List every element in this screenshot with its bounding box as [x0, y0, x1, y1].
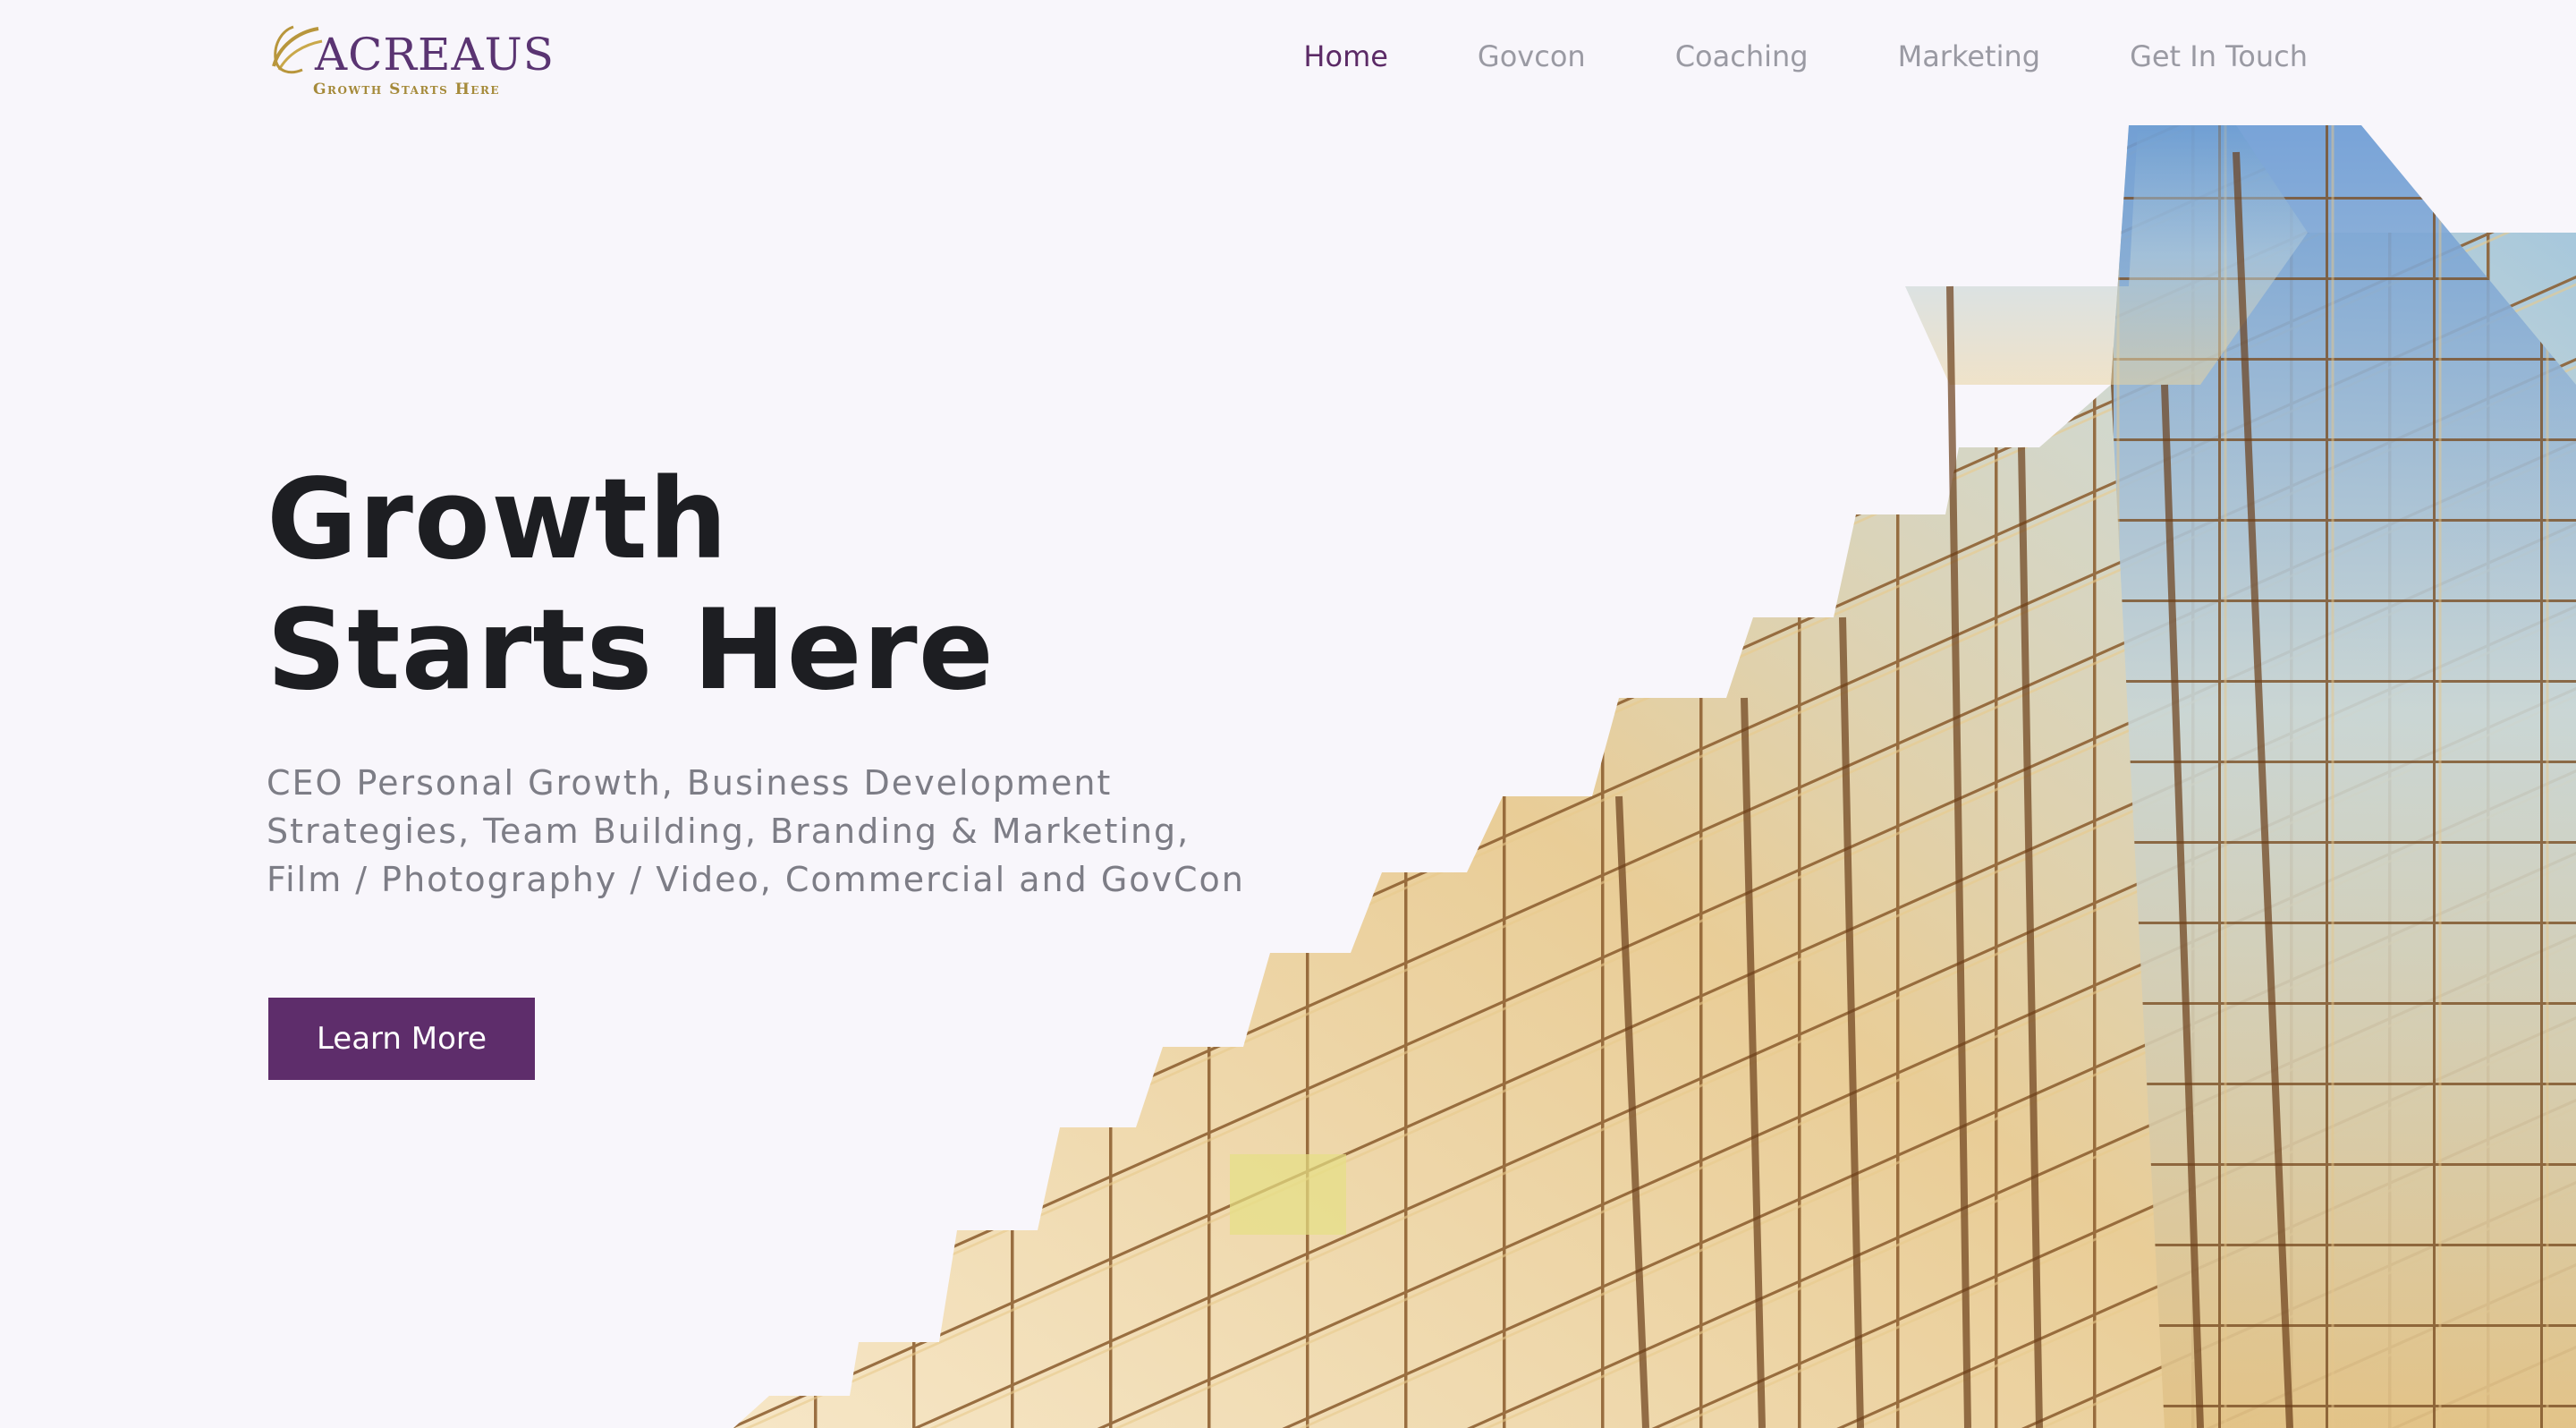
brand-tagline: Growth Starts Here: [313, 81, 501, 98]
nav-marketing[interactable]: Marketing: [1898, 39, 2040, 73]
nav-govcon[interactable]: Govcon: [1478, 39, 1586, 73]
hero-subtitle: CEO Personal Growth, Business Developmen…: [267, 763, 1245, 899]
main-nav: Home Govcon Coaching Marketing Get In To…: [1214, 39, 2308, 73]
nav-coaching[interactable]: Coaching: [1675, 39, 1809, 73]
nav-home[interactable]: Home: [1303, 39, 1388, 73]
hero-title: Growth Starts Here: [267, 455, 995, 716]
brand-logo[interactable]: ACREAUS Growth Starts Here: [267, 20, 554, 109]
brand-name: ACREAUS: [315, 29, 555, 81]
nav-get-in-touch[interactable]: Get In Touch: [2130, 39, 2308, 73]
hero-title-line-1: Growth: [267, 455, 729, 584]
learn-more-button[interactable]: Learn More: [268, 998, 535, 1080]
landing-page: ACREAUS Growth Starts Here Home Govcon C…: [0, 0, 2576, 1428]
hero-title-line-2: Starts Here: [267, 586, 995, 715]
